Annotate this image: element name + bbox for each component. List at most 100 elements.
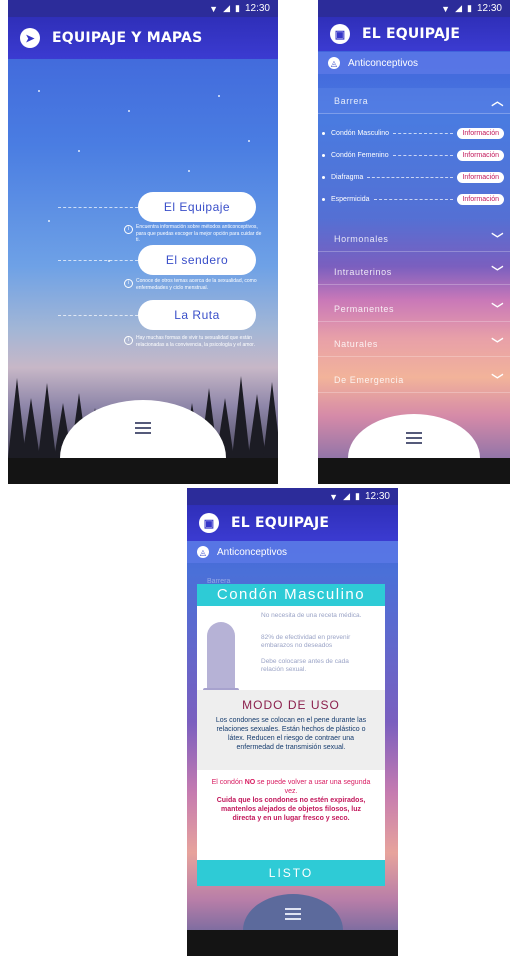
category-barrera[interactable]: Barrera ︿ [318, 88, 510, 114]
category-permanentes[interactable]: Permanentes ﹀ [318, 296, 510, 322]
chevron-down-icon: ﹀ [491, 232, 504, 246]
app-bar: ➤ EQUIPAJE Y MAPAS [8, 17, 278, 59]
chevron-down-icon: ﹀ [491, 302, 504, 316]
star-decoration [248, 140, 250, 142]
hamburger-menu-icon[interactable] [406, 432, 422, 444]
usage-section: MODO DE USO Los condones se colocan en e… [197, 690, 385, 770]
feature-text: 82% de efectividad en prevenir embarazos… [261, 634, 351, 649]
category-label: Barrera [334, 95, 369, 106]
card-la-ruta-button[interactable]: La Ruta [138, 300, 256, 330]
chevron-down-icon: ﹀ [491, 337, 504, 351]
status-time: 12:30 [476, 3, 502, 14]
signal-icon: ◢ [455, 3, 463, 13]
section-title: Anticonceptivos [348, 57, 419, 69]
compass-icon: ➤ [20, 28, 40, 48]
item-label: Condón Femenino [331, 151, 389, 159]
screen-el-equipaje: ▼ ◢ ▮ 12:30 ▣ EL EQUIPAJE ◬ Anticoncepti… [318, 0, 510, 484]
app-bar: ▣ EL EQUIPAJE [187, 505, 398, 541]
section-title: Anticonceptivos [217, 546, 288, 558]
signal-icon: ◢ [343, 491, 351, 501]
list-item: Condón Masculino Información [322, 126, 504, 140]
star-decoration [128, 110, 130, 112]
section-header: ◬ Anticonceptivos [187, 541, 398, 563]
chevron-down-icon: ﹀ [491, 373, 504, 387]
category-label: Naturales [334, 338, 378, 349]
bottom-bar [187, 930, 398, 956]
dashed-line [392, 132, 454, 134]
star-decoration [218, 95, 220, 97]
item-label: Diafragma [331, 173, 364, 181]
category-label: Intrauterinos [334, 266, 392, 277]
status-bar: ▼ ◢ ▮ 12:30 [187, 488, 398, 505]
page-title: EL EQUIPAJE [231, 515, 330, 531]
info-icon: i [124, 279, 133, 288]
card-description: Encuentra información sobre métodos anti… [136, 224, 262, 243]
card-description: Hay muchas formas de vivir tu sexualidad… [136, 335, 255, 348]
category-label: Permanentes [334, 303, 395, 314]
info-icon: i [124, 336, 133, 345]
page-title: EL EQUIPAJE [362, 26, 461, 42]
category-de-emergencia[interactable]: De Emergencia ﹀ [318, 367, 510, 393]
section-header: ◬ Anticonceptivos [318, 52, 510, 74]
category-hormonales[interactable]: Hormonales ﹀ [318, 226, 510, 252]
category-intrauterinos[interactable]: Intrauterinos ﹀ [318, 259, 510, 285]
suitcase-icon: ▣ [330, 24, 350, 44]
bottom-bar [318, 458, 510, 484]
bullet-icon [322, 153, 325, 157]
status-time: 12:30 [244, 3, 270, 14]
feature-text: Debe colocarse antes de cada relación se… [261, 658, 349, 673]
wifi-icon: ▼ [209, 3, 219, 14]
info-icon: i [124, 225, 133, 234]
usage-text: Los condones se colocan en el pene duran… [215, 717, 367, 751]
wifi-icon: ▼ [329, 491, 339, 502]
chevron-down-icon: ﹀ [491, 265, 504, 279]
info-button[interactable]: Información [457, 193, 504, 205]
warning-text: se puede volver a usar una segunda vez. [255, 779, 371, 795]
screen-equipaje-y-mapas: ▼ ◢ ▮ 12:30 ➤ EQUIPAJE Y MAPAS El Equipa… [8, 0, 278, 484]
bullet-icon [322, 197, 325, 201]
dashed-line [58, 315, 138, 316]
category-label: Hormonales [334, 233, 389, 244]
screen-condon-modal: ▼ ◢ ▮ 12:30 ▣ EL EQUIPAJE ◬ Anticoncepti… [187, 488, 398, 956]
card-description: Conoce de otros temas acerca de la sexua… [136, 278, 257, 291]
page-title: EQUIPAJE Y MAPAS [52, 30, 203, 46]
modal-title: Condón Masculino [197, 584, 385, 606]
app-bar: ▣ EL EQUIPAJE [318, 17, 510, 51]
chevron-up-icon: ︿ [491, 94, 504, 108]
list-item: Diafragma Información [322, 170, 504, 184]
contraceptive-icon: ◬ [197, 546, 209, 558]
status-bar: ▼ ◢ ▮ 12:30 [318, 0, 510, 17]
category-naturales[interactable]: Naturales ﹀ [318, 331, 510, 357]
bullet-icon [322, 175, 325, 179]
dashed-line [373, 198, 454, 200]
star-decoration [38, 90, 40, 92]
card-el-sendero-button[interactable]: El sendero [138, 245, 256, 275]
hamburger-menu-icon[interactable] [135, 422, 151, 434]
bullet-icon [322, 131, 325, 135]
status-time: 12:30 [364, 491, 390, 502]
tree-silhouette [263, 382, 278, 458]
warning-text: El condón [211, 779, 245, 786]
listo-button[interactable]: LISTO [197, 860, 385, 886]
hamburger-menu-icon[interactable] [284, 908, 301, 920]
star-decoration [48, 220, 50, 222]
dashed-line [392, 154, 454, 156]
info-button[interactable]: Información [457, 171, 504, 183]
category-label: De Emergencia [334, 374, 404, 385]
star-decoration [78, 150, 80, 152]
item-label: Espermicida [331, 195, 370, 203]
battery-icon: ▮ [235, 3, 240, 13]
dashed-line [58, 207, 138, 208]
care-warning: Cuida que los condones no estén expirado… [216, 797, 366, 822]
star-decoration [188, 170, 190, 172]
info-button[interactable]: Información [457, 127, 504, 139]
list-item: Condón Femenino Información [322, 148, 504, 162]
item-label: Condón Masculino [331, 129, 389, 137]
usage-title: MODO DE USO [242, 698, 340, 712]
status-bar: ▼ ◢ ▮ 12:30 [8, 0, 278, 17]
info-button[interactable]: Información [457, 149, 504, 161]
suitcase-icon: ▣ [199, 513, 219, 533]
warning-section: El condón NO se puede volver a usar una … [197, 778, 385, 823]
signal-icon: ◢ [223, 3, 231, 13]
card-el-equipaje-button[interactable]: El Equipaje [138, 192, 256, 222]
